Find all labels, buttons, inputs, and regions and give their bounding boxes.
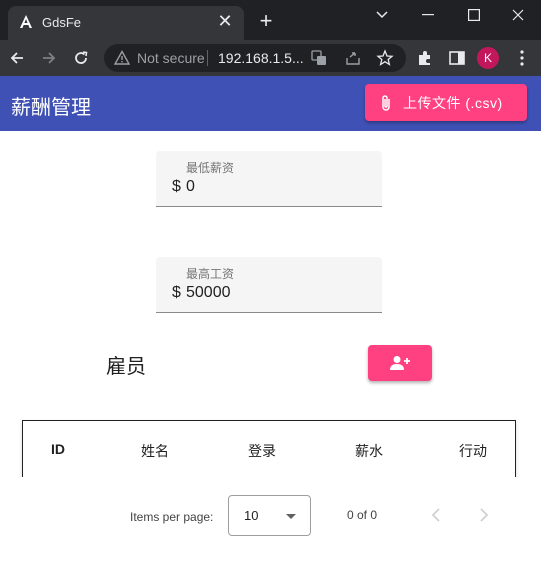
add-employee-button[interactable]	[368, 345, 432, 381]
url-text[interactable]: 192.168.1.5...	[218, 50, 304, 66]
browser-toolbar: Not secure 192.168.1.5... K	[0, 40, 541, 76]
translate-icon[interactable]	[310, 49, 328, 67]
menu-dots-icon[interactable]	[512, 48, 532, 68]
forward-icon[interactable]	[36, 45, 62, 71]
tab-title: GdsFe	[42, 15, 82, 30]
min-salary-label: 最低薪资	[186, 161, 235, 175]
upload-csv-button[interactable]: 上传文件 (.csv)	[365, 84, 527, 121]
max-salary-prefix: $	[172, 284, 181, 301]
page-range-label: 0 of 0	[347, 508, 378, 522]
bookmark-star-icon[interactable]	[376, 49, 394, 67]
profile-avatar[interactable]: K	[477, 47, 499, 69]
close-window-icon[interactable]	[495, 0, 541, 30]
side-panel-icon[interactable]	[447, 48, 467, 68]
chevron-left-icon[interactable]	[426, 505, 446, 525]
page-size-select[interactable]: 10	[228, 495, 311, 536]
employees-heading: 雇员	[106, 356, 146, 378]
column-header-login[interactable]: 登录	[248, 441, 276, 461]
min-salary-input[interactable]: 0	[186, 178, 195, 196]
page-title: 薪酬管理	[11, 97, 91, 119]
warning-icon	[114, 50, 130, 65]
paginator: Items per page: 10 0 of 0	[0, 477, 541, 562]
extensions-icon[interactable]	[415, 48, 435, 68]
minimize-icon[interactable]	[405, 0, 451, 30]
back-icon[interactable]	[4, 45, 30, 71]
browser-tab[interactable]: GdsFe ✕	[8, 6, 244, 40]
security-label[interactable]: Not secure	[137, 50, 205, 66]
address-bar[interactable]: Not secure 192.168.1.5...	[104, 44, 406, 72]
page-size-value: 10	[244, 508, 259, 523]
share-icon[interactable]	[344, 49, 362, 67]
reload-icon[interactable]	[68, 45, 94, 71]
column-header-name[interactable]: 姓名	[141, 441, 169, 461]
maximize-icon[interactable]	[451, 0, 497, 30]
person-add-icon	[390, 356, 410, 370]
max-salary-field[interactable]: 最高工资 $ 50000	[156, 257, 382, 313]
column-header-action: 行动	[459, 443, 487, 459]
angular-favicon-icon	[20, 15, 32, 28]
items-per-page-label: Items per page:	[130, 510, 214, 524]
column-header-salary[interactable]: 薪水	[355, 441, 383, 461]
paperclip-icon	[382, 94, 390, 111]
dropdown-arrow-icon	[286, 514, 296, 519]
tab-close-icon[interactable]: ✕	[214, 10, 236, 32]
min-salary-field[interactable]: 最低薪资 $ 0	[156, 151, 382, 207]
browser-tab-strip: GdsFe ✕ +	[0, 0, 541, 40]
tab-search-icon[interactable]	[359, 0, 405, 30]
new-tab-icon[interactable]: +	[254, 9, 278, 33]
min-salary-prefix: $	[172, 178, 181, 195]
max-salary-label: 最高工资	[186, 267, 235, 281]
chevron-right-icon[interactable]	[474, 505, 494, 525]
max-salary-input[interactable]: 50000	[186, 284, 231, 302]
column-header-id[interactable]: ID	[51, 441, 65, 457]
app-toolbar: 薪酬管理 上传文件 (.csv)	[0, 76, 541, 131]
employee-table: ID 姓名 登录 薪水 行动	[22, 420, 516, 477]
upload-csv-label: 上传文件 (.csv)	[403, 94, 503, 111]
address-divider	[207, 50, 208, 66]
